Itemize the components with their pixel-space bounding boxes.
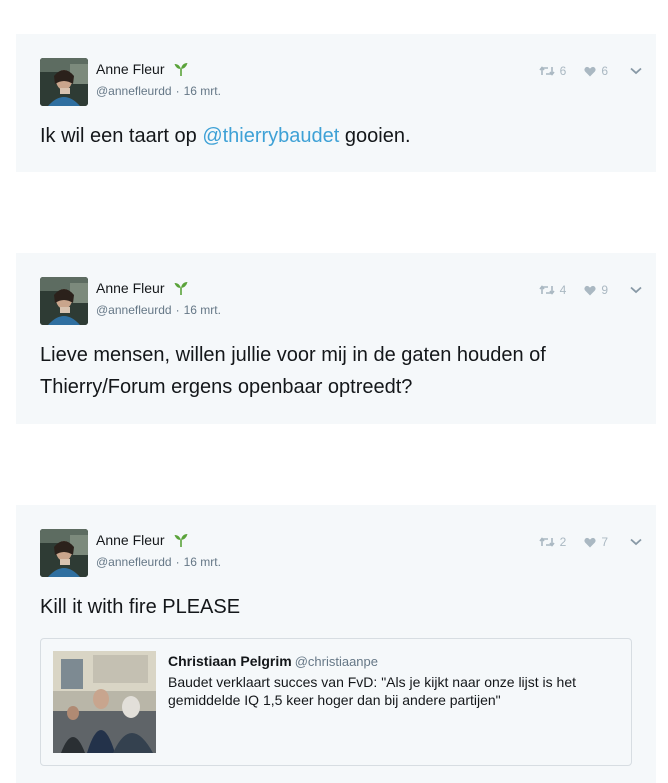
- separator: ·: [175, 303, 180, 317]
- tweet-actions: 2 7: [539, 535, 642, 549]
- more-button[interactable]: [630, 286, 642, 294]
- heart-icon: [584, 66, 596, 76]
- like-count: 6: [601, 64, 608, 78]
- handle[interactable]: @annefleurdd: [96, 555, 172, 569]
- tweet-text: Ik wil een taart op @thierrybaudet gooie…: [40, 120, 632, 152]
- like-button[interactable]: 6: [584, 64, 608, 78]
- retweet-button[interactable]: 4: [539, 283, 567, 297]
- like-button[interactable]: 7: [584, 535, 608, 549]
- tweet-meta: @annefleurdd · 16 mrt.: [96, 84, 221, 98]
- timestamp[interactable]: 16 mrt.: [184, 84, 221, 98]
- chevron-down-icon: [630, 67, 642, 75]
- retweet-button[interactable]: 2: [539, 535, 567, 549]
- more-button[interactable]: [630, 538, 642, 546]
- tweet-actions: 6 6: [539, 64, 642, 78]
- retweet-count: 4: [559, 283, 567, 297]
- author-name-text[interactable]: Anne Fleur: [96, 532, 164, 548]
- heart-icon: [584, 537, 596, 547]
- like-count: 9: [601, 283, 608, 297]
- retweet-button[interactable]: 6: [539, 64, 567, 78]
- quoted-tweet-text: Baudet verklaart succes van FvD: "Als je…: [168, 674, 577, 708]
- chevron-down-icon: [630, 538, 642, 546]
- retweet-icon: [539, 285, 555, 295]
- timestamp[interactable]: 16 mrt.: [184, 555, 221, 569]
- like-button[interactable]: 9: [584, 283, 608, 297]
- tweet-text-part: gooien.: [339, 125, 411, 147]
- quoted-tweet-image[interactable]: [53, 651, 156, 753]
- tweet-text: Kill it with fire PLEASE: [40, 596, 241, 618]
- mention-link[interactable]: @thierrybaudet: [202, 125, 339, 147]
- sprout-icon: [173, 61, 189, 80]
- handle[interactable]: @annefleurdd: [96, 303, 172, 317]
- retweet-icon: [539, 537, 555, 547]
- chevron-down-icon: [630, 286, 642, 294]
- quoted-tweet-header: Christiaan Pelgrim @christiaanpe: [168, 653, 378, 669]
- quoted-tweet[interactable]: Christiaan Pelgrim @christiaanpe Baudet v…: [40, 638, 632, 766]
- author-name-text[interactable]: Anne Fleur: [96, 280, 164, 296]
- tweet-text-part: Ik wil een taart op: [40, 125, 203, 147]
- avatar[interactable]: [40, 58, 88, 106]
- sprout-icon: [173, 532, 189, 551]
- timestamp[interactable]: 16 mrt.: [184, 303, 221, 317]
- heart-icon: [584, 285, 596, 295]
- more-button[interactable]: [630, 67, 642, 75]
- author-name[interactable]: Anne Fleur: [96, 532, 189, 551]
- tweet-card[interactable]: Anne Fleur @annefleurdd · 16 mrt. 6 6 Ik…: [16, 34, 656, 172]
- retweet-count: 6: [559, 64, 567, 78]
- tweet-card[interactable]: Anne Fleur @annefleurdd · 16 mrt. 4 9 Li…: [16, 253, 656, 424]
- like-count: 7: [601, 535, 608, 549]
- author-name[interactable]: Anne Fleur: [96, 280, 189, 299]
- quoted-author-name[interactable]: Christiaan Pelgrim: [168, 653, 292, 669]
- author-name-text[interactable]: Anne Fleur: [96, 61, 164, 77]
- handle[interactable]: @annefleurdd: [96, 84, 172, 98]
- author-name[interactable]: Anne Fleur: [96, 61, 189, 80]
- tweet-meta: @annefleurdd · 16 mrt.: [96, 303, 221, 317]
- quoted-handle[interactable]: @christiaanpe: [295, 654, 378, 669]
- tweet-actions: 4 9: [539, 283, 642, 297]
- tweet-meta: @annefleurdd · 16 mrt.: [96, 555, 221, 569]
- separator: ·: [175, 84, 180, 98]
- retweet-count: 2: [559, 535, 567, 549]
- retweet-icon: [539, 66, 555, 76]
- avatar[interactable]: [40, 277, 88, 325]
- avatar[interactable]: [40, 529, 88, 577]
- tweet-card[interactable]: Anne Fleur @annefleurdd · 16 mrt. 2 7 Ki…: [16, 505, 656, 783]
- sprout-icon: [173, 280, 189, 299]
- separator: ·: [175, 555, 180, 569]
- tweet-text: Lieve mensen, willen jullie voor mij in …: [40, 344, 546, 398]
